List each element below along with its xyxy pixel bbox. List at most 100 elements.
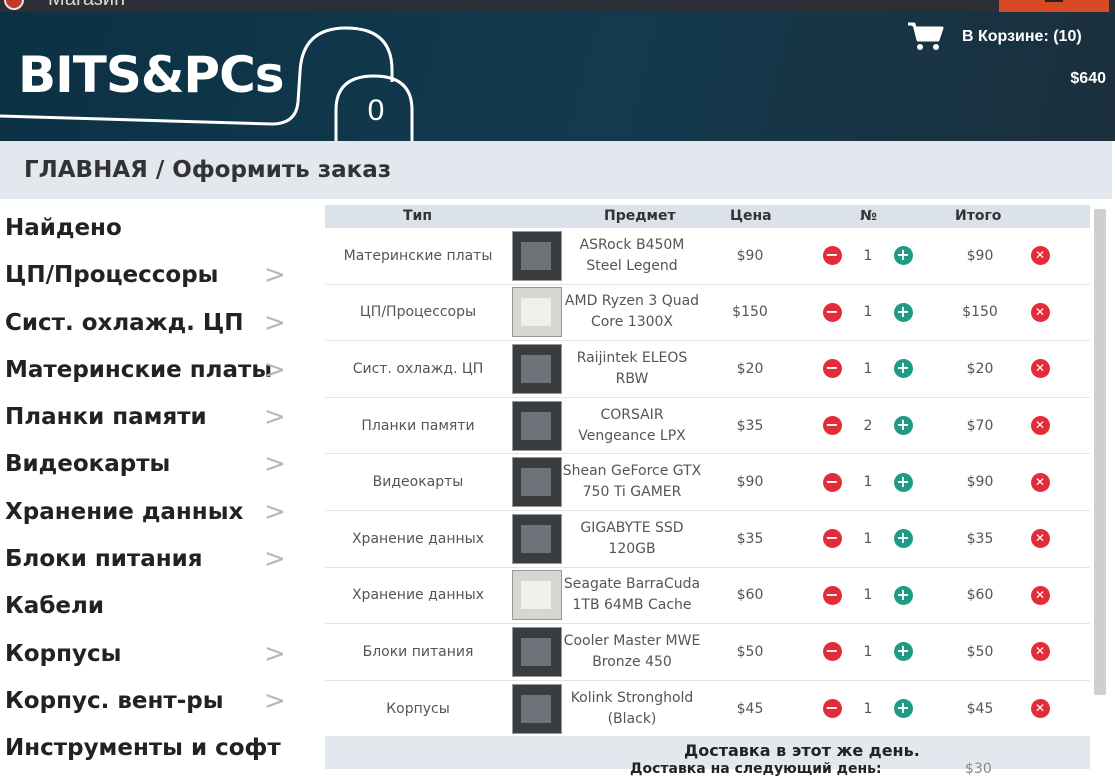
product-image [512, 343, 562, 394]
remove-item-button[interactable]: ✕ [1027, 285, 1053, 341]
cart-row: Видеокарты Shean GeForce GTX 750 Ti GAMER… [325, 454, 1090, 511]
product-image [512, 513, 562, 564]
increase-qty-button[interactable]: + [892, 341, 914, 397]
sidebar-item[interactable]: Корпусы > [0, 631, 300, 678]
item-total: $20 [966, 360, 994, 377]
decrease-qty-button[interactable]: − [821, 511, 843, 567]
item-thumbnail[interactable] [512, 228, 562, 284]
item-type: Планки памяти [361, 417, 475, 434]
sidebar-item[interactable]: ЦП/Процессоры > [0, 252, 300, 299]
decrease-qty-button[interactable]: − [821, 681, 843, 737]
increase-qty-button[interactable]: + [892, 681, 914, 737]
item-thumbnail[interactable] [512, 341, 562, 397]
increase-qty-button[interactable]: + [892, 454, 914, 510]
item-type: Видеокарты [372, 474, 464, 491]
header-price: Цена [730, 208, 772, 224]
item-price: $150 [732, 304, 768, 321]
increase-qty-button[interactable]: + [892, 285, 914, 341]
sidebar-item-label: Материнские платы [5, 356, 273, 383]
item-thumbnail[interactable] [512, 398, 562, 454]
increase-qty-button[interactable]: + [892, 624, 914, 680]
cart-row: Сист. охлажд. ЦП Raijintek ELEOS RBW $20 − 1… [325, 341, 1090, 398]
window-close-button[interactable] [999, 0, 1109, 12]
sidebar-item[interactable]: Инструменты и софт [0, 725, 300, 772]
item-name: CORSAIR Vengeance LPX [578, 406, 686, 444]
product-image [512, 626, 562, 677]
decrease-qty-button[interactable]: − [821, 285, 843, 341]
item-qty: 1 [863, 587, 873, 604]
sidebar-item[interactable]: Кабели [0, 583, 300, 630]
minus-icon: − [822, 529, 842, 549]
remove-item-button[interactable]: ✕ [1027, 681, 1053, 737]
increase-qty-button[interactable]: + [892, 228, 914, 284]
sidebar-item-label: Блоки питания [5, 546, 203, 573]
item-type: Хранение данных [351, 587, 485, 604]
decrease-qty-button[interactable]: − [821, 624, 843, 680]
close-icon: ✕ [1030, 699, 1050, 719]
item-qty: 1 [863, 700, 873, 717]
minimize-icon [1045, 0, 1063, 2]
mouse-counter: 0 [367, 94, 385, 127]
item-type: Хранение данных [351, 530, 485, 547]
sidebar-item[interactable]: Видеокарты > [0, 441, 300, 488]
item-qty: 1 [863, 474, 873, 491]
app-icon [4, 0, 24, 10]
item-price: $20 [736, 360, 764, 377]
item-qty: 1 [863, 530, 873, 547]
item-qty: 1 [863, 304, 873, 321]
decrease-qty-button[interactable]: − [821, 568, 843, 624]
sidebar-item-label: Инструменты и софт [5, 735, 281, 762]
sidebar-item[interactable]: Хранение данных > [0, 489, 300, 536]
next-day-delivery[interactable]: Доставка на следующий день: [630, 761, 882, 777]
remove-item-button[interactable]: ✕ [1027, 624, 1053, 680]
chevron-right-icon: > [264, 354, 286, 385]
sidebar-item[interactable]: Найдено [0, 205, 300, 252]
decrease-qty-button[interactable]: − [821, 454, 843, 510]
item-thumbnail[interactable] [512, 454, 562, 510]
item-price: $50 [736, 643, 764, 660]
same-day-delivery[interactable]: Доставка в этот же день. [684, 741, 920, 760]
minus-icon: − [822, 472, 842, 492]
remove-item-button[interactable]: ✕ [1027, 511, 1053, 567]
item-thumbnail[interactable] [512, 624, 562, 680]
sidebar-item[interactable]: Корпус. вент-ры > [0, 678, 300, 725]
item-thumbnail[interactable] [512, 511, 562, 567]
chevron-right-icon: > [264, 307, 286, 338]
item-price: $35 [736, 530, 764, 547]
item-thumbnail[interactable] [512, 681, 562, 737]
remove-item-button[interactable]: ✕ [1027, 341, 1053, 397]
cart-row: Блоки питания Cooler Master MWE Bronze 45… [325, 624, 1090, 681]
decrease-qty-button[interactable]: − [821, 341, 843, 397]
plus-icon: + [893, 699, 913, 719]
sidebar-item[interactable]: Блоки питания > [0, 536, 300, 583]
item-thumbnail[interactable] [512, 568, 562, 624]
increase-qty-button[interactable]: + [892, 568, 914, 624]
cart-scrollbar[interactable] [1094, 209, 1106, 695]
sidebar-item-label: Корпусы [5, 640, 122, 667]
increase-qty-button[interactable]: + [892, 511, 914, 567]
item-thumbnail[interactable] [512, 285, 562, 341]
cart-count-label[interactable]: В Корзине: (10) [962, 28, 1082, 46]
item-name: Raijintek ELEOS RBW [576, 349, 688, 387]
cart-row: Планки памяти CORSAIR Vengeance LPX $35 − 2 +… [325, 397, 1090, 455]
chevron-right-icon: > [264, 544, 286, 575]
remove-item-button[interactable]: ✕ [1027, 454, 1053, 510]
item-total: $70 [966, 417, 994, 434]
decrease-qty-button[interactable]: − [821, 398, 843, 454]
decrease-qty-button[interactable]: − [821, 228, 843, 284]
remove-item-button[interactable]: ✕ [1027, 568, 1053, 624]
item-type: Сист. охлажд. ЦП [352, 360, 484, 377]
sidebar-item[interactable]: Материнские платы > [0, 347, 300, 394]
breadcrumb[interactable]: ГЛАВНАЯ / Оформить заказ [24, 157, 391, 183]
item-total: $35 [966, 530, 994, 547]
product-image [512, 287, 562, 338]
increase-qty-button[interactable]: + [892, 398, 914, 454]
item-type: ЦП/Процессоры [359, 304, 477, 321]
sidebar-item[interactable]: Планки памяти > [0, 394, 300, 441]
remove-item-button[interactable]: ✕ [1027, 398, 1053, 454]
remove-item-button[interactable]: ✕ [1027, 228, 1053, 284]
cart-row: Хранение данных GIGABYTE SSD 120GB $35 − 1 + $… [325, 510, 1090, 568]
cart-icon[interactable] [906, 20, 946, 52]
sidebar-item[interactable]: Сист. охлажд. ЦП > [0, 300, 300, 347]
minus-icon: − [822, 699, 842, 719]
